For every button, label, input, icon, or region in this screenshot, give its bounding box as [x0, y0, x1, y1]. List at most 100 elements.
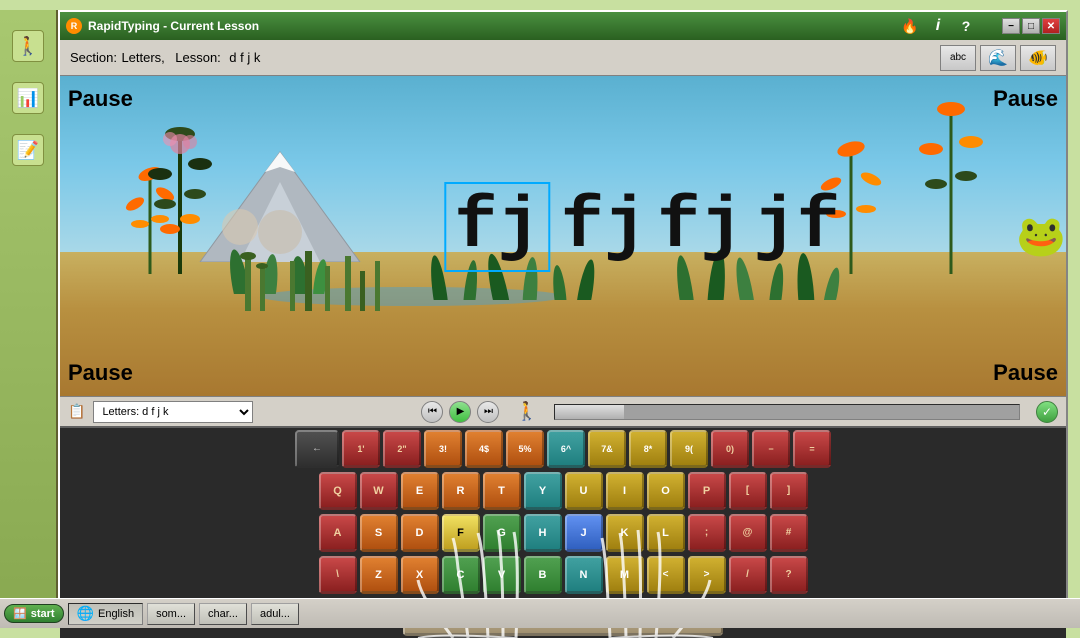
- taskbar-item-3[interactable]: adul...: [251, 603, 299, 625]
- key-3[interactable]: 3!: [424, 430, 462, 468]
- close-button[interactable]: ✕: [1042, 18, 1060, 34]
- key-minus[interactable]: −: [752, 430, 790, 468]
- cacti-left: [230, 246, 390, 316]
- key-backspace[interactable]: ←: [295, 430, 339, 468]
- key-hash[interactable]: #: [770, 514, 808, 552]
- start-button[interactable]: 🪟 start: [4, 604, 64, 623]
- flame-icon[interactable]: 🔥: [900, 16, 920, 36]
- key-question[interactable]: ?: [770, 556, 808, 594]
- title-bar-icons: 🔥 i ?: [900, 16, 976, 36]
- key-v[interactable]: V: [483, 556, 521, 594]
- sidebar-person-icon[interactable]: 🚶: [12, 30, 44, 62]
- key-e[interactable]: E: [401, 472, 439, 510]
- section-value: Letters,: [121, 50, 164, 65]
- key-backslash[interactable]: \: [319, 556, 357, 594]
- window-controls: − □ ✕: [1002, 18, 1060, 34]
- key-l[interactable]: L: [647, 514, 685, 552]
- lesson-select[interactable]: Letters: d f j k: [93, 401, 253, 423]
- key-f[interactable]: F: [442, 514, 480, 552]
- info-icon[interactable]: i: [928, 16, 948, 36]
- typing-char-2: fj: [561, 186, 647, 268]
- key-y[interactable]: Y: [524, 472, 562, 510]
- taskbar-item-1[interactable]: som...: [147, 603, 195, 625]
- key-equals[interactable]: =: [793, 430, 831, 468]
- key-row-zxcv: \ Z X C V B N M < > / ?: [319, 556, 808, 594]
- key-0[interactable]: 0): [711, 430, 749, 468]
- lesson-label: Lesson:: [175, 50, 221, 65]
- key-j[interactable]: J: [565, 514, 603, 552]
- key-p[interactable]: P: [688, 472, 726, 510]
- key-z[interactable]: Z: [360, 556, 398, 594]
- pause-top-right[interactable]: Pause: [993, 86, 1058, 112]
- walker-icon: 🚶: [515, 401, 537, 422]
- taskbar-item-english[interactable]: 🌐 English: [68, 603, 144, 625]
- bottom-taskbar: 🪟 start 🌐 English som... char... adul...: [0, 598, 1080, 628]
- key-4[interactable]: 4$: [465, 430, 503, 468]
- key-m[interactable]: M: [606, 556, 644, 594]
- key-r[interactable]: R: [442, 472, 480, 510]
- key-slash[interactable]: /: [729, 556, 767, 594]
- typing-char-1: fj: [444, 182, 550, 272]
- key-7[interactable]: 7&: [588, 430, 626, 468]
- key-i[interactable]: I: [606, 472, 644, 510]
- key-n[interactable]: N: [565, 556, 603, 594]
- maximize-button[interactable]: □: [1022, 18, 1040, 34]
- skip-back-button[interactable]: ⏮: [421, 401, 443, 423]
- help-icon[interactable]: ?: [956, 16, 976, 36]
- key-w[interactable]: W: [360, 472, 398, 510]
- typing-text-area: fj fj fj jf: [444, 182, 840, 272]
- key-1[interactable]: 1': [342, 430, 380, 468]
- key-d[interactable]: D: [401, 514, 439, 552]
- title-bar-left: R RapidTyping - Current Lesson: [66, 18, 259, 34]
- section-icon-btn-2[interactable]: 🌊: [980, 45, 1016, 71]
- key-gt[interactable]: >: [688, 556, 726, 594]
- key-x[interactable]: X: [401, 556, 439, 594]
- section-icon-btn-3[interactable]: 🐠: [1020, 45, 1056, 71]
- key-rbracket[interactable]: ]: [770, 472, 808, 510]
- taskbar-item-2[interactable]: char...: [199, 603, 247, 625]
- key-b[interactable]: B: [524, 556, 562, 594]
- play-button[interactable]: ▶: [449, 401, 471, 423]
- key-a[interactable]: A: [319, 514, 357, 552]
- control-bar: 📋 Letters: d f j k ⏮ ▶ ⏭ 🚶 ✓: [60, 396, 1066, 428]
- pause-bottom-left[interactable]: Pause: [68, 360, 133, 386]
- key-8[interactable]: 8*: [629, 430, 667, 468]
- key-c[interactable]: C: [442, 556, 480, 594]
- key-u[interactable]: U: [565, 472, 603, 510]
- key-t[interactable]: T: [483, 472, 521, 510]
- pause-top-left[interactable]: Pause: [68, 86, 133, 112]
- key-6[interactable]: 6^: [547, 430, 585, 468]
- key-g[interactable]: G: [483, 514, 521, 552]
- key-o[interactable]: O: [647, 472, 685, 510]
- taskbar-item-1-label: som...: [156, 608, 186, 620]
- key-semicolon[interactable]: ;: [688, 514, 726, 552]
- skip-forward-button[interactable]: ⏭: [477, 401, 499, 423]
- check-button[interactable]: ✓: [1036, 401, 1058, 423]
- pause-bottom-right[interactable]: Pause: [993, 360, 1058, 386]
- minimize-button[interactable]: −: [1002, 18, 1020, 34]
- sidebar-text-icon[interactable]: 📝: [12, 134, 44, 166]
- progress-bar-container: [554, 404, 1020, 420]
- section-icon-btn-1[interactable]: abc: [940, 45, 976, 71]
- lesson-icon-small: 📋: [68, 403, 85, 420]
- char-box-highlighted: fj: [444, 182, 550, 272]
- key-lt[interactable]: <: [647, 556, 685, 594]
- main-window: R RapidTyping - Current Lesson 🔥 i ? − □…: [58, 10, 1068, 620]
- key-lbracket[interactable]: [: [729, 472, 767, 510]
- key-2[interactable]: 2": [383, 430, 421, 468]
- progress-bar-fill: [555, 405, 625, 419]
- left-sidebar: 🚶 📊 📝: [0, 10, 58, 628]
- key-at[interactable]: @: [729, 514, 767, 552]
- typing-char-3: fj: [657, 186, 743, 268]
- key-9[interactable]: 9(: [670, 430, 708, 468]
- key-h[interactable]: H: [524, 514, 562, 552]
- key-k[interactable]: K: [606, 514, 644, 552]
- sidebar-chart-icon[interactable]: 📊: [12, 82, 44, 114]
- english-label: English: [98, 608, 134, 620]
- key-s[interactable]: S: [360, 514, 398, 552]
- key-q[interactable]: Q: [319, 472, 357, 510]
- key-row-qwerty: Q W E R T Y U I O P [ ]: [319, 472, 808, 510]
- section-label: Section:: [70, 50, 117, 65]
- key-5[interactable]: 5%: [506, 430, 544, 468]
- title-bar: R RapidTyping - Current Lesson 🔥 i ? − □…: [60, 12, 1066, 40]
